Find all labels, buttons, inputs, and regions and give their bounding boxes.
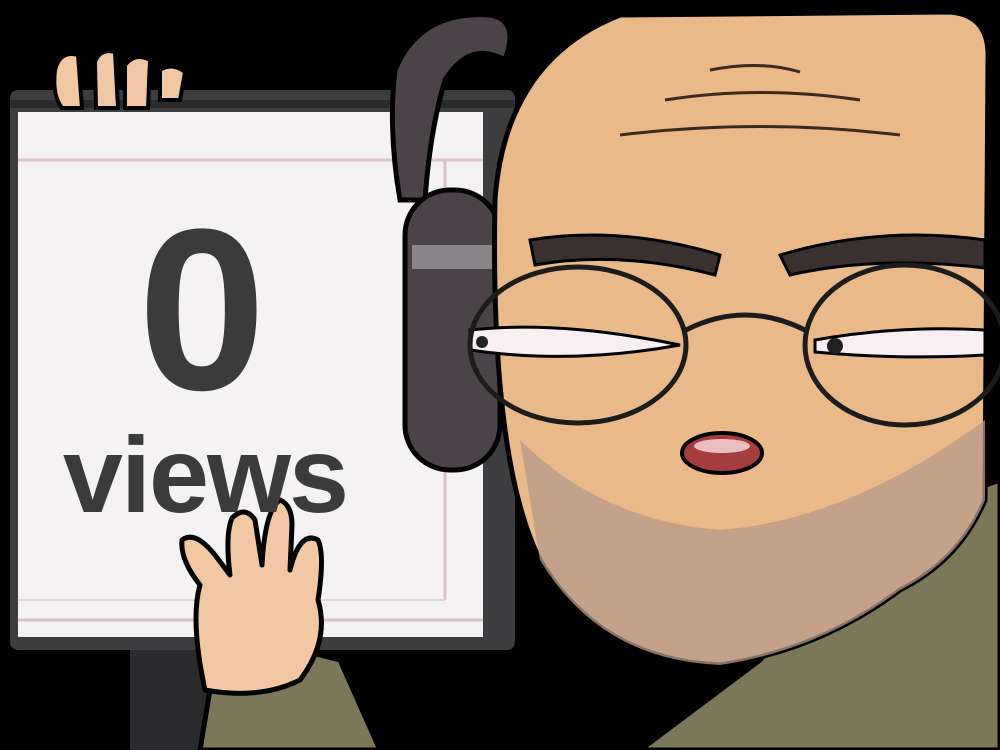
head xyxy=(468,9,991,668)
view-count: 0 xyxy=(138,181,266,438)
views-label: views xyxy=(62,414,349,535)
